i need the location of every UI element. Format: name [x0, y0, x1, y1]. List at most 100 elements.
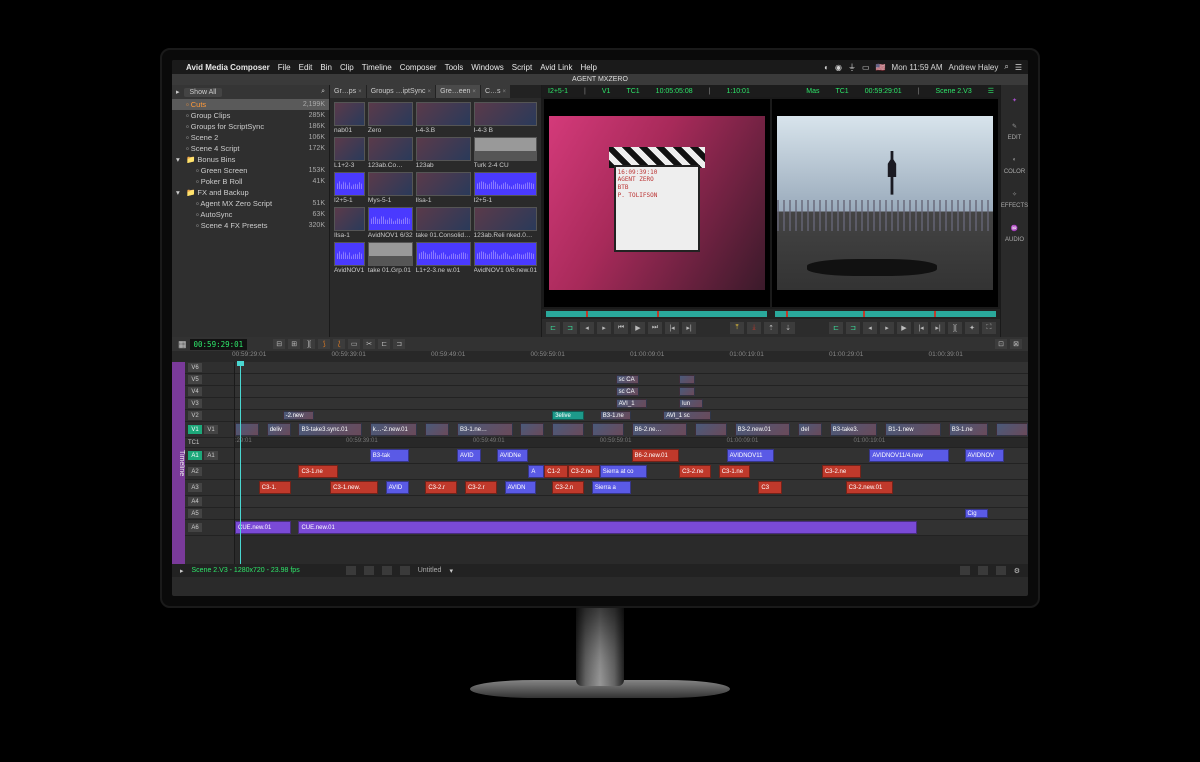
- mark-out-button[interactable]: ⊐: [563, 322, 577, 334]
- tl-tool-button[interactable]: ⊐: [393, 339, 405, 349]
- src-patch[interactable]: A1: [188, 451, 202, 460]
- app-name[interactable]: Avid Media Composer: [186, 63, 270, 72]
- tl-tool-button[interactable]: ⟆: [318, 339, 330, 349]
- close-icon[interactable]: ×: [428, 89, 432, 95]
- bin-row[interactable]: ▫ Scene 2106K: [172, 132, 329, 143]
- clip-thumbnail[interactable]: Mys-5-1: [368, 172, 413, 204]
- clip-thumbnail[interactable]: nab01: [334, 102, 365, 134]
- bin-tab[interactable]: Gr…ps×: [330, 85, 366, 98]
- timeline-tab[interactable]: Timeline: [172, 362, 185, 564]
- track-selector[interactable]: A4: [188, 497, 202, 506]
- tl-tool-button[interactable]: ⊏: [378, 339, 390, 349]
- track-selector[interactable]: V1: [204, 425, 218, 434]
- status-icon[interactable]: ◉: [835, 63, 842, 72]
- trim-button[interactable]: ][: [948, 322, 962, 334]
- mark-out-rec-button[interactable]: ⊐: [846, 322, 860, 334]
- status-icon[interactable]: ◐: [824, 63, 829, 72]
- track-selector[interactable]: V5: [188, 375, 202, 384]
- timeline-timecode[interactable]: 00:59:29:01: [190, 339, 248, 350]
- settings-icon[interactable]: ⚙: [1014, 567, 1020, 575]
- clip[interactable]: C3-2.ne: [568, 465, 600, 478]
- clip-thumbnail[interactable]: 123ab.Co…: [368, 137, 413, 169]
- clip-thumbnail[interactable]: I-4-3 B: [474, 102, 537, 134]
- spotlight-icon[interactable]: ⌕: [1004, 62, 1008, 72]
- tl-tool-button[interactable]: ⟅: [333, 339, 345, 349]
- clip[interactable]: B6-2.ne…: [632, 423, 688, 436]
- clip[interactable]: C3-2.n: [552, 481, 584, 494]
- clip-thumbnail[interactable]: Turk 2-4 CU: [474, 137, 537, 169]
- menu-help[interactable]: Help: [581, 63, 597, 72]
- bin-row[interactable]: ▫ Poker B Roll41K: [172, 176, 329, 187]
- bin-row[interactable]: ▫ Group Clips285K: [172, 110, 329, 121]
- clip-thumbnail[interactable]: 123ab.Reli nked.0…: [474, 207, 537, 239]
- menu-timeline[interactable]: Timeline: [362, 63, 392, 72]
- clip[interactable]: AVIDNe: [497, 449, 529, 462]
- clip[interactable]: C3-1.ne: [298, 465, 338, 478]
- timeline-menu-icon[interactable]: ▦: [178, 339, 187, 350]
- track-selector[interactable]: V6: [188, 363, 202, 372]
- menu-edit[interactable]: Edit: [299, 63, 313, 72]
- effect-mode-button[interactable]: ✦: [965, 322, 979, 334]
- menubar-user[interactable]: Andrew Haley: [949, 63, 999, 72]
- record-monitor[interactable]: [772, 99, 998, 307]
- status-button[interactable]: [346, 566, 356, 575]
- clip[interactable]: [679, 387, 695, 396]
- clip[interactable]: AVIDNOV11: [727, 449, 775, 462]
- tl-tool-button[interactable]: ▭: [348, 339, 360, 349]
- bins-new-icon[interactable]: ▸: [176, 88, 180, 96]
- clip-thumbnail[interactable]: 123ab: [416, 137, 471, 169]
- clip[interactable]: AVIDNOV: [965, 449, 1005, 462]
- ffwd-button[interactable]: ⏭: [648, 322, 662, 334]
- clip[interactable]: [520, 423, 544, 436]
- chevron-down-icon[interactable]: ▾: [449, 567, 453, 575]
- track-selector[interactable]: V4: [188, 387, 202, 396]
- play-rec-button[interactable]: ▶: [897, 322, 911, 334]
- status-icon[interactable]: ▸: [180, 567, 184, 575]
- clip-thumbnail[interactable]: I2+5-1: [474, 172, 537, 204]
- track-selector[interactable]: V3: [188, 399, 202, 408]
- step-back-button[interactable]: ◂: [580, 322, 594, 334]
- src-patch[interactable]: V1: [188, 425, 202, 434]
- overwrite-button[interactable]: ⤓: [747, 322, 761, 334]
- bin-row[interactable]: ▫ Scene 4 Script172K: [172, 143, 329, 154]
- menu-tools[interactable]: Tools: [445, 63, 464, 72]
- play-button[interactable]: ▶: [631, 322, 645, 334]
- menu-composer[interactable]: Composer: [400, 63, 437, 72]
- clip[interactable]: [679, 375, 695, 384]
- clip[interactable]: sc CA: [616, 375, 640, 384]
- goto-in-button[interactable]: |◂: [665, 322, 679, 334]
- clip[interactable]: AVIDN: [505, 481, 537, 494]
- clip[interactable]: C3-1.: [259, 481, 291, 494]
- sidetab-edit[interactable]: ✎EDIT: [1008, 119, 1022, 141]
- clip-thumbnail[interactable]: Ilsa-1: [334, 207, 365, 239]
- bins-filter-dropdown[interactable]: Show All: [184, 88, 223, 97]
- timeline-ruler[interactable]: 00:59:29:01 00:59:39:01 00:59:49:01 00:5…: [172, 351, 1028, 362]
- tl-tool-button[interactable]: ⊠: [1010, 339, 1022, 349]
- clip[interactable]: AVID: [386, 481, 410, 494]
- clip-thumbnail[interactable]: L1+2-3: [334, 137, 365, 169]
- splice-in-button[interactable]: ⤒: [730, 322, 744, 334]
- clip[interactable]: B3-1.ne: [600, 411, 632, 420]
- menu-windows[interactable]: Windows: [471, 63, 503, 72]
- tl-tool-button[interactable]: ⊞: [288, 339, 300, 349]
- clip[interactable]: -2.new: [283, 411, 315, 420]
- clip[interactable]: [235, 423, 259, 436]
- clip[interactable]: Sierra at co: [600, 465, 648, 478]
- clip-thumbnail[interactable]: Zero: [368, 102, 413, 134]
- sidetab-inspector[interactable]: ✦: [1008, 93, 1022, 107]
- clip[interactable]: AVIDNOV11/4.new: [869, 449, 948, 462]
- goto-out-rec-button[interactable]: ▸|: [931, 322, 945, 334]
- tl-tool-button[interactable]: ⊟: [273, 339, 285, 349]
- flag-icon[interactable]: 🇺🇸: [876, 63, 886, 72]
- status-button[interactable]: [382, 566, 392, 575]
- clip[interactable]: B6-2.new.01: [632, 449, 680, 462]
- bin-row[interactable]: ▫ Green Screen153K: [172, 165, 329, 176]
- fullscreen-button[interactable]: ⛶: [982, 322, 996, 334]
- clip[interactable]: B3-2.new.01: [735, 423, 791, 436]
- track-selector[interactable]: A3: [188, 483, 202, 492]
- bin-row[interactable]: ▾📁 FX and Backup: [172, 187, 329, 198]
- wifi-icon[interactable]: ⏚: [848, 62, 856, 73]
- clip-thumbnail[interactable]: Ilsa-1: [416, 172, 471, 204]
- clip[interactable]: deliv: [267, 423, 291, 436]
- clip[interactable]: C3-2.new.01: [846, 481, 894, 494]
